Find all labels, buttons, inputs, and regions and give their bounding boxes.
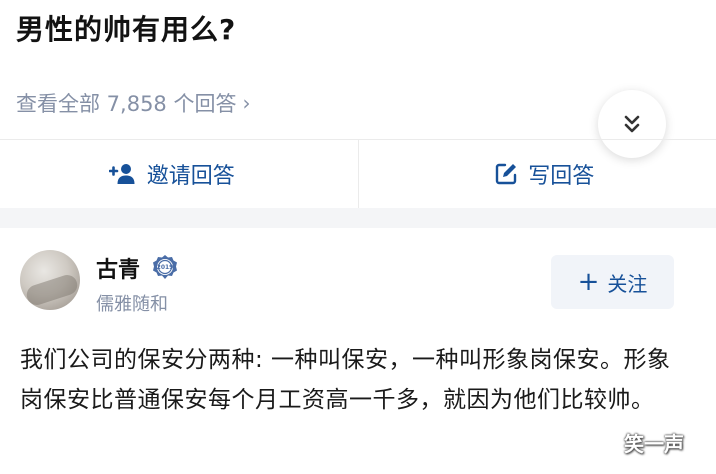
plus-icon: + <box>577 267 600 297</box>
add-person-icon <box>108 164 135 184</box>
view-all-answers-link[interactable]: 查看全部 7,858 个回答 › <box>16 88 250 118</box>
write-answer-button[interactable]: 写回答 <box>359 140 716 208</box>
invite-answer-label: 邀请回答 <box>146 164 235 189</box>
watermark: 笑一声 <box>624 432 684 456</box>
question-title: 男性的帅有用么? <box>16 13 237 46</box>
invite-answer-button[interactable]: 邀请回答 <box>0 140 358 208</box>
answer-card: 古青 2019 儒雅随和 + 关注 我们公司的保安分两种: 一种叫保安，一种叫形… <box>0 228 716 474</box>
answer-content[interactable]: 我们公司的保安分两种: 一种叫保安，一种叫形象岗保安。形象岗保安比普通保安每个月… <box>20 340 680 420</box>
badge-icon[interactable]: 2019 <box>152 254 178 280</box>
view-all-answers-label: 查看全部 7,858 个回答 <box>16 92 237 116</box>
chevron-right-icon: › <box>242 91 251 115</box>
author-name[interactable]: 古青 <box>96 252 140 284</box>
follow-label: 关注 <box>607 271 648 296</box>
edit-square-icon <box>496 163 517 185</box>
avatar[interactable] <box>20 250 80 310</box>
follow-button[interactable]: + 关注 <box>551 255 674 309</box>
badge-text: 2019 <box>157 264 174 271</box>
section-separator <box>0 208 716 228</box>
action-bar: 邀请回答 写回答 <box>0 140 716 208</box>
double-chevron-down-icon <box>624 115 640 133</box>
write-answer-label: 写回答 <box>528 164 595 189</box>
author-bio: 儒雅随和 <box>96 294 168 315</box>
